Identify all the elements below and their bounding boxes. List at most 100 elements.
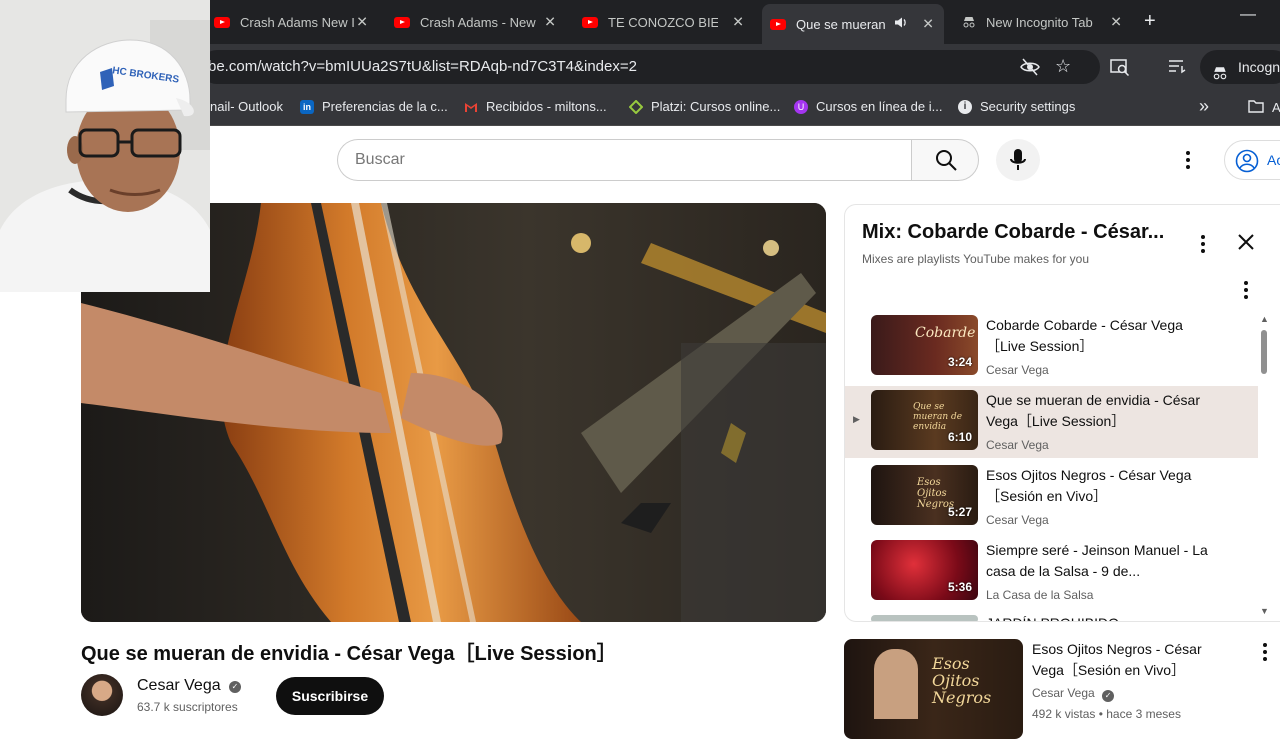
playlist-item-channel: Cesar Vega [986,513,1049,527]
thumbnail-text: Que se mueran de envidia [913,402,963,432]
playlist-menu-icon[interactable] [1243,280,1249,305]
youtube-icon [770,18,786,30]
recommended-thumbnail[interactable]: Esos Ojitos Negros [844,639,1023,739]
new-tab-button[interactable]: + [1144,10,1156,33]
folder-label: A [1272,100,1280,115]
playlist-item[interactable]: 5:36 Siempre seré - Jeinson Manuel - La … [845,536,1258,608]
playlist-more-icon[interactable] [1200,234,1206,259]
tab-que-se-mueran[interactable]: Que se mueran ✕ [762,4,944,44]
bookmark-label: nail- Outlook [210,99,283,114]
close-icon[interactable]: ✕ [732,14,744,31]
bookmark-security-settings[interactable]: i Security settings [958,99,1075,114]
playlist-item-title: Esos Ojitos Negros - César Vega［Sesión e… [986,467,1192,504]
now-playing-icon: ▶ [853,414,860,424]
search-input[interactable]: Buscar [337,139,912,181]
close-icon[interactable] [1238,234,1254,255]
duration-badge: 6:10 [947,430,972,444]
playlist-item[interactable]: Esos Ojitos Negros 5:27 Esos Ojitos Negr… [845,461,1258,533]
playlist-item-channel: Cesar Vega [986,363,1049,377]
bookmarks-more-button[interactable]: » [1199,96,1209,117]
channel-avatar[interactable] [81,674,123,716]
scroll-up-icon[interactable]: ▲ [1260,314,1269,324]
close-icon[interactable]: ✕ [1110,14,1122,31]
bookmark-label: Security settings [980,99,1076,114]
voice-search-button[interactable] [996,139,1040,181]
playlist-thumbnail: 5:36 [871,540,978,600]
video-title: Que se mueran de envidia - César Vega［Li… [81,643,617,665]
playlist-item-title: Que se mueran de envidia - César Vega［Li… [986,392,1200,429]
address-bar[interactable]: be.com/watch?v=bmIUUa2S7tU&list=RDAqb-nd… [200,50,1100,84]
info-icon: i [958,99,972,114]
search-icon [935,149,957,176]
duration-badge: 5:36 [947,580,972,594]
tab-label: Crash Adams - New [420,14,536,30]
incognito-icon [962,15,976,29]
playlist-item-current[interactable]: ▶ Que se mueran de envidia 6:10 Que se m… [845,386,1258,458]
bookmark-label: Preferencias de la c... [322,99,448,114]
search-tab-icon[interactable] [1110,58,1130,81]
verified-icon: ✓ [1102,690,1115,702]
reading-list-icon[interactable] [1168,58,1186,79]
tab-crash-adams-1[interactable]: Crash Adams New I ✕ [206,6,378,38]
tab-crash-adams-2[interactable]: Crash Adams - New ✕ [386,6,566,38]
close-icon[interactable]: ✕ [544,14,556,31]
search-placeholder: Buscar [355,151,405,168]
bookmark-label: Cursos en línea de i... [816,99,943,114]
scroll-down-icon[interactable]: ▼ [1260,606,1269,616]
bookmark-udemy[interactable]: U Cursos en línea de i... [794,99,942,114]
webcam-person [0,0,210,292]
more-options-icon[interactable] [1185,150,1191,175]
linkedin-icon: in [300,99,314,114]
bookmark-gmail[interactable]: Recibidos - miltons... [464,99,607,114]
all-bookmarks-folder[interactable]: A [1248,99,1280,116]
platzi-icon [628,99,644,114]
bookmark-label: Platzi: Cursos online... [651,99,781,114]
recommended-channel[interactable]: Cesar Vega ✓ [1032,686,1115,702]
youtube-icon [394,16,410,28]
profile-button[interactable]: Incogni [1200,50,1280,84]
playlist-item[interactable]: Cobarde 3:24 Cobarde Cobarde - César Veg… [845,311,1258,383]
singer-figure [874,649,918,719]
channel-name[interactable]: Cesar Vega [137,677,221,695]
youtube-icon [214,16,230,28]
recommended-channel-name: Cesar Vega [1032,686,1095,700]
tab-new-incognito[interactable]: New Incognito Tab ✕ [950,6,1132,38]
bookmark-outlook[interactable]: nail- Outlook [210,99,283,114]
subscriber-count: 63.7 k suscriptores [137,700,238,714]
playlist-scrollbar[interactable]: ▲ ▼ [1257,314,1271,620]
duration-badge: 3:24 [947,355,972,369]
close-icon[interactable]: ✕ [356,14,368,31]
eye-off-icon[interactable] [1020,58,1040,81]
subscribe-button[interactable]: Suscribirse [276,677,384,715]
speaker-icon[interactable] [894,17,908,32]
playlist-item-partial[interactable]: JARDÍN PROHIBIDO [845,611,1258,621]
recommended-more-icon[interactable] [1262,642,1268,667]
youtube-icon [582,16,598,28]
incognito-icon [1212,59,1228,93]
playlist-thumbnail: Cobarde 3:24 [871,315,978,375]
profile-label: Incogni [1238,59,1280,75]
bookmark-star-icon[interactable]: ☆ [1055,56,1071,77]
udemy-icon: U [794,99,808,114]
recommended-title[interactable]: Esos Ojitos Negros - César Vega［Sesión e… [1032,639,1232,681]
scrollbar-thumb[interactable] [1261,330,1267,374]
recommended-meta: 492 k vistas • hace 3 meses [1032,707,1181,721]
bookmark-label: Recibidos - miltons... [486,99,607,114]
search-button[interactable] [911,139,979,181]
tab-te-conozco-bien[interactable]: TE CONOZCO BIEN ✕ [574,6,754,38]
folder-icon [1248,99,1264,116]
close-icon[interactable]: ✕ [922,16,934,33]
url-text: be.com/watch?v=bmIUUa2S7tU&list=RDAqb-nd… [208,58,637,75]
playlist-title[interactable]: Mix: Cobarde Cobarde - César... [862,221,1164,244]
playlist-item-channel: La Casa de la Salsa [986,588,1094,602]
duration-badge: 5:27 [947,505,972,519]
microphone-icon [1010,148,1026,177]
gmail-icon [464,100,478,114]
tab-label: Que se mueran [796,16,886,32]
tab-label: TE CONOZCO BIEN [608,14,718,30]
minimize-button[interactable]: — [1240,6,1256,24]
sign-in-button[interactable]: Ac [1224,140,1280,180]
bookmark-platzi[interactable]: Platzi: Cursos online... [628,99,781,114]
webcam-overlay: HC BROKERS [0,0,210,292]
bookmark-linkedin[interactable]: in Preferencias de la c... [300,99,448,114]
